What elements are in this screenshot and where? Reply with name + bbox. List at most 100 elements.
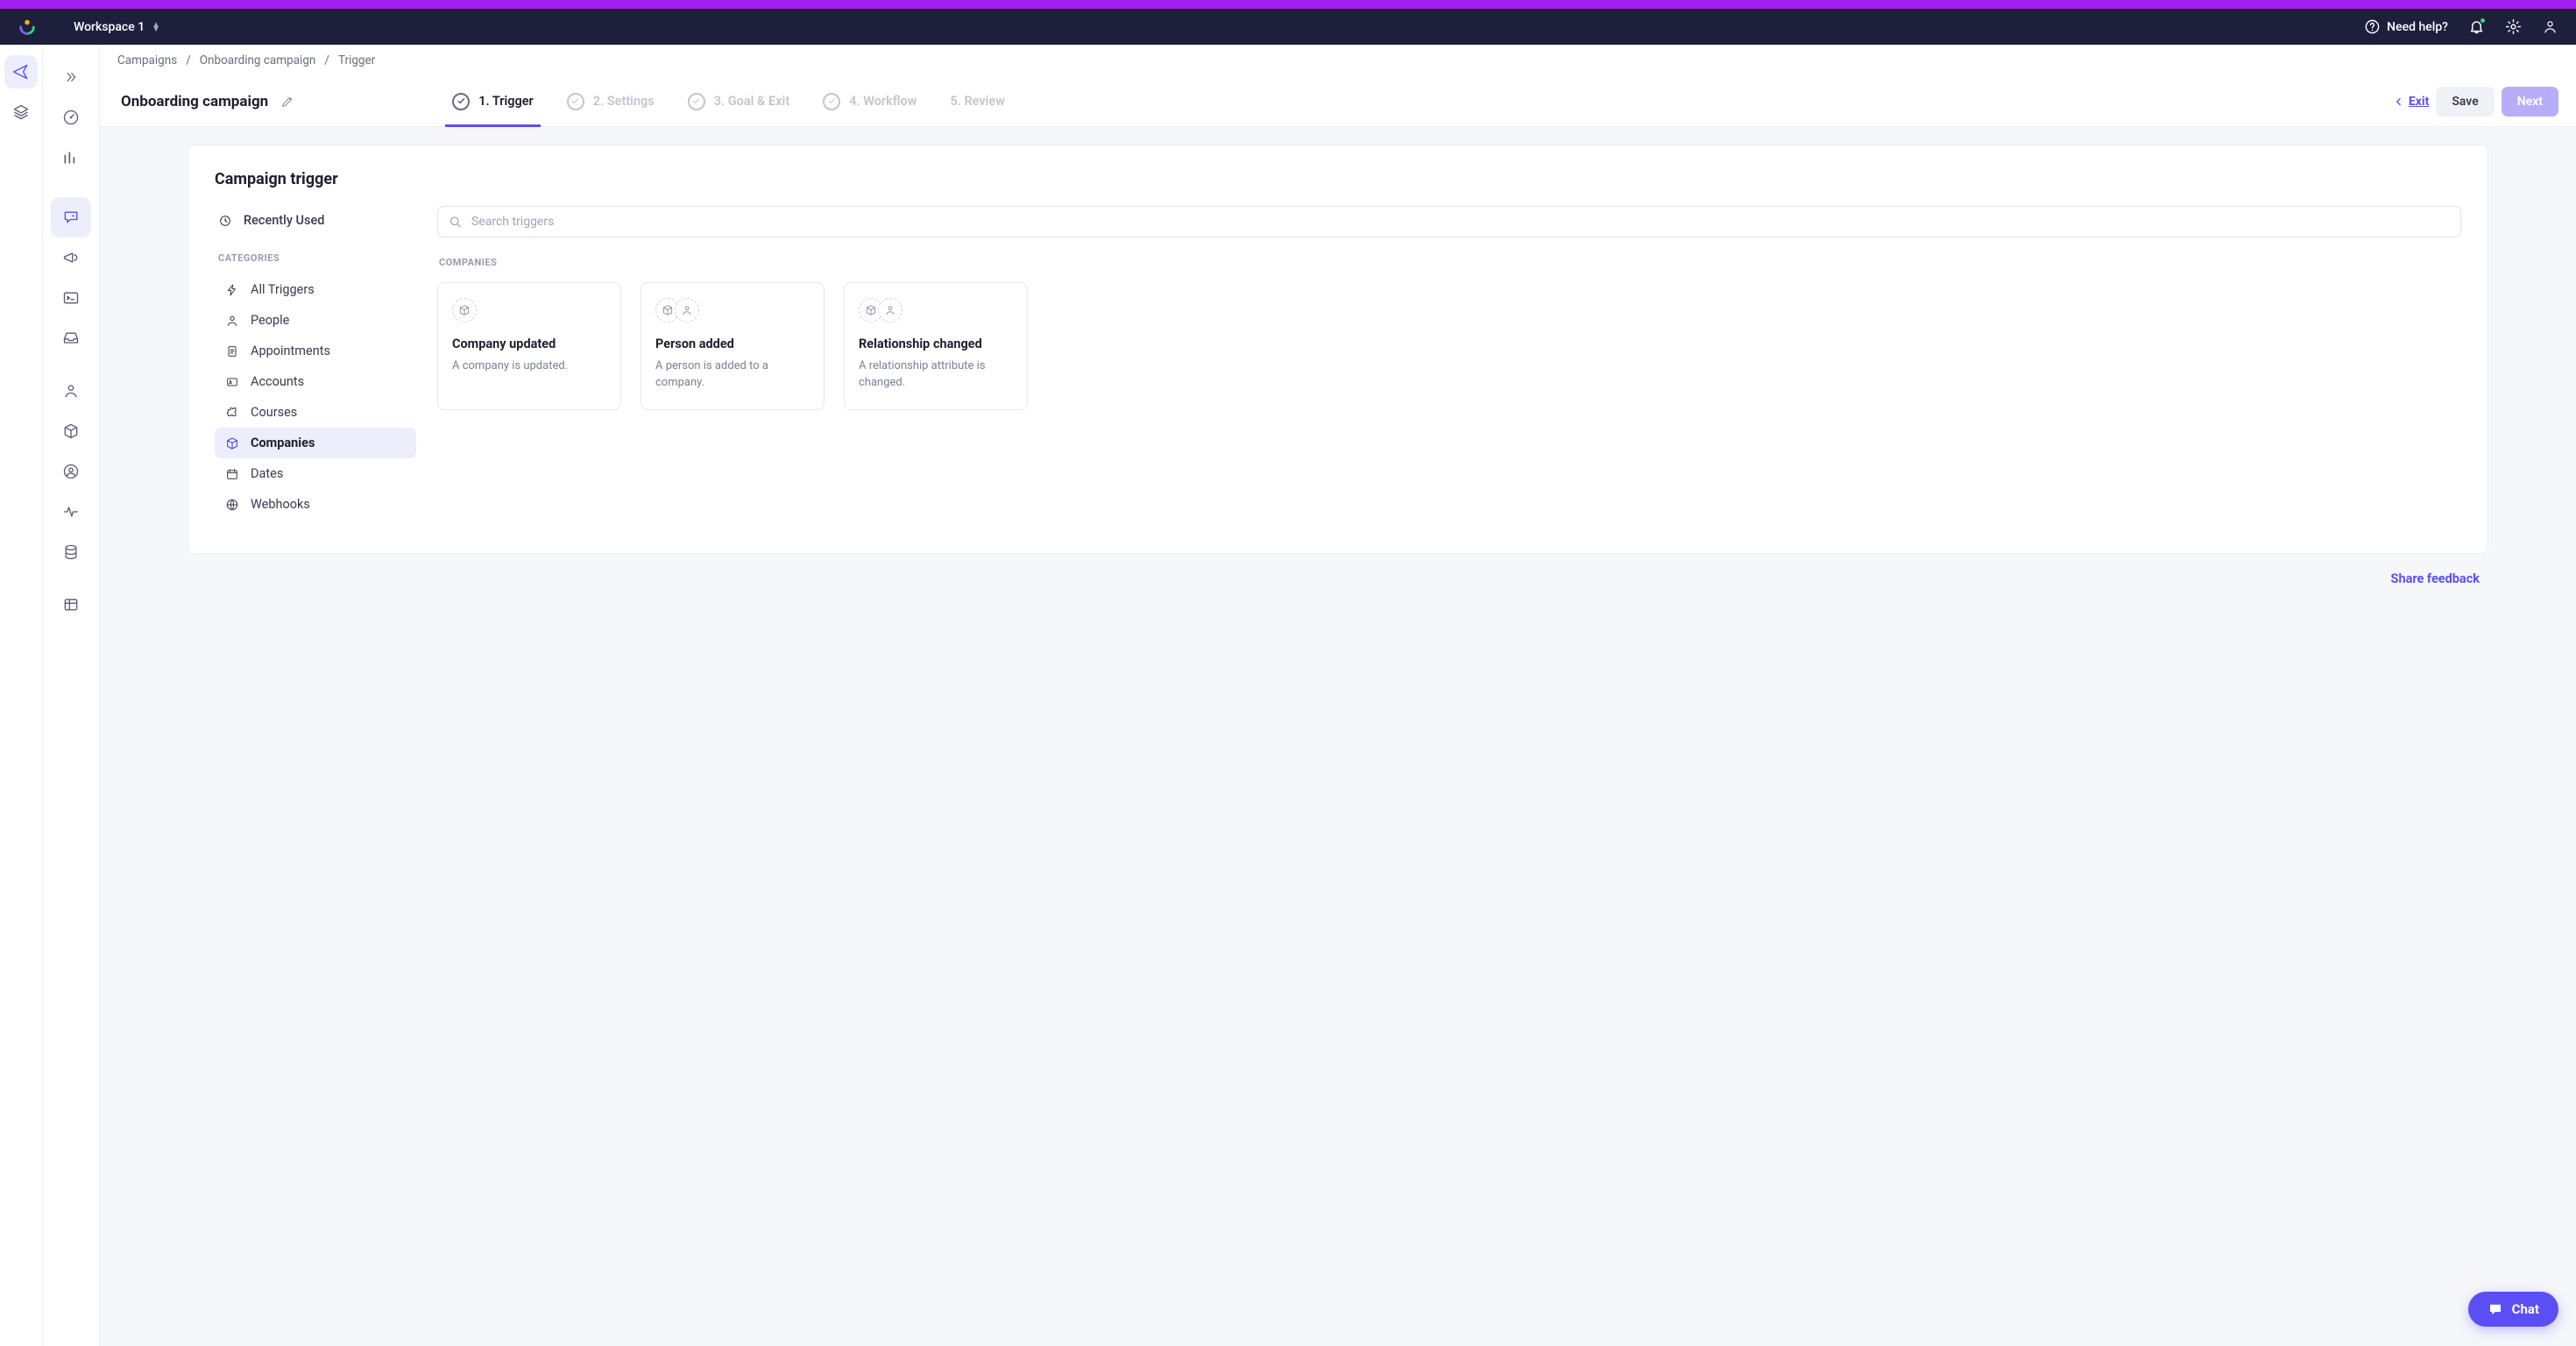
subrail-table[interactable] (51, 584, 91, 625)
chat-icon (62, 209, 80, 226)
subrail-announce[interactable] (51, 237, 91, 278)
category-appointments[interactable]: Appointments (215, 336, 416, 366)
edit-name-button[interactable] (280, 95, 294, 109)
subrail-expand[interactable] (51, 57, 91, 97)
bars-icon (62, 149, 80, 166)
save-button[interactable]: Save (2436, 87, 2494, 117)
updown-icon: ▲▼ (152, 23, 160, 32)
help-label: Need help? (2387, 20, 2448, 34)
subrail-companies[interactable] (51, 411, 91, 451)
top-bar: Workspace 1 ▲▼ Need help? (0, 9, 2576, 45)
wizard-steps: 1. Trigger 2. Settings 3. Goal & Exit 4.… (452, 76, 1005, 126)
bolt-icon (225, 283, 239, 297)
box-icon (225, 436, 239, 450)
card-desc: A company is updated. (452, 358, 606, 375)
step-workflow[interactable]: 4. Workflow (823, 76, 916, 126)
main-area: Campaigns / Onboarding campaign / Trigge… (100, 45, 2576, 1346)
outer-nav-rail (0, 45, 43, 1346)
person-icon (225, 314, 239, 328)
subrail-activity[interactable] (51, 492, 91, 532)
trigger-card[interactable]: Company updated A company is updated. (437, 282, 621, 410)
trigger-cards: Company updated A company is updated. Pers… (437, 282, 2461, 410)
card-title: Relationship changed (859, 336, 1013, 351)
id-icon (225, 375, 239, 389)
search-input[interactable] (437, 206, 2461, 237)
card-desc: A relationship attribute is changed. (859, 358, 1013, 392)
rail-item-stacks[interactable] (4, 96, 38, 129)
triggers-section-label: COMPANIES (439, 257, 2461, 268)
table-icon (62, 596, 80, 613)
box-icon (452, 298, 477, 322)
help-link[interactable]: Need help? (2364, 18, 2448, 35)
gauge-icon (62, 109, 80, 126)
help-icon (2364, 18, 2381, 35)
workspace-name: Workspace 1 (74, 20, 145, 34)
subrail-messaging[interactable] (51, 197, 91, 237)
breadcrumb-campaigns[interactable]: Campaigns (117, 53, 177, 67)
subrail-reports[interactable] (51, 138, 91, 178)
category-accounts[interactable]: Accounts (215, 366, 416, 397)
card-desc: A person is added to a company. (655, 358, 810, 392)
notification-dot (2480, 18, 2486, 24)
person-icon (675, 298, 699, 322)
subrail-inbox[interactable] (51, 318, 91, 358)
person-ring-icon (62, 463, 80, 480)
breadcrumb: Campaigns / Onboarding campaign / Trigge… (100, 45, 2576, 76)
chat-button[interactable]: Chat (2468, 1292, 2558, 1327)
subrail-accounts[interactable] (51, 451, 91, 492)
subrail-people[interactable] (51, 371, 91, 411)
inbox-icon (62, 329, 80, 347)
category-people[interactable]: People (215, 305, 416, 336)
calendar-icon (225, 467, 239, 481)
category-companies[interactable]: Companies (215, 428, 416, 458)
trigger-card[interactable]: Person added A person is added to a compa… (640, 282, 824, 410)
breadcrumb-current: Trigger (338, 53, 375, 67)
search-triggers (437, 206, 2461, 237)
subrail-data[interactable] (51, 532, 91, 572)
notifications-button[interactable] (2467, 18, 2485, 36)
box-icon (62, 422, 80, 440)
workspace-switcher[interactable]: Workspace 1 ▲▼ (74, 20, 160, 34)
card-title: Company updated (452, 336, 606, 351)
category-dates[interactable]: Dates (215, 458, 416, 489)
check-icon (823, 93, 840, 110)
profile-button[interactable] (2541, 18, 2558, 36)
categories-label: CATEGORIES (218, 252, 416, 264)
doc-icon (225, 344, 239, 358)
chevron-left-icon (2393, 96, 2405, 108)
step-settings[interactable]: 2. Settings (567, 76, 655, 126)
share-feedback-link[interactable]: Share feedback (2391, 571, 2480, 586)
breadcrumb-campaign[interactable]: Onboarding campaign (200, 53, 316, 67)
accent-strip (0, 0, 2576, 9)
clock-icon (218, 214, 232, 228)
category-courses[interactable]: Courses (215, 397, 416, 428)
category-webhooks[interactable]: Webhooks (215, 489, 416, 520)
panel-title: Campaign trigger (215, 170, 2461, 188)
rail-item-campaigns[interactable] (4, 55, 38, 89)
next-button[interactable]: Next (2502, 87, 2558, 117)
trigger-card[interactable]: Relationship changed A relationship attri… (844, 282, 1028, 410)
person-icon (62, 382, 80, 400)
step-goal[interactable]: 3. Goal & Exit (688, 76, 789, 126)
settings-button[interactable] (2504, 18, 2522, 36)
person-icon (878, 298, 902, 322)
campaign-name: Onboarding campaign (121, 93, 268, 110)
check-icon (452, 93, 470, 110)
gear-icon (2505, 18, 2522, 35)
recently-used[interactable]: Recently Used (215, 206, 416, 235)
chevrons-icon (63, 69, 79, 85)
step-trigger[interactable]: 1. Trigger (452, 76, 534, 126)
step-review[interactable]: 5. Review (950, 76, 1004, 126)
subrail-overview[interactable] (51, 97, 91, 138)
subrail-terminal[interactable] (51, 278, 91, 318)
megaphone-icon (62, 249, 80, 266)
inner-nav-rail (43, 45, 100, 1346)
exit-link[interactable]: Exit (2393, 95, 2429, 109)
globe-icon (225, 498, 239, 512)
card-title: Person added (655, 336, 810, 351)
trigger-categories-sidebar: Recently Used CATEGORIES All TriggersPeo… (215, 206, 416, 520)
terminal-icon (62, 289, 80, 307)
app-logo-icon (18, 18, 37, 37)
category-all-triggers[interactable]: All Triggers (215, 274, 416, 305)
sub-header: Onboarding campaign 1. Trigger 2. Settin… (100, 76, 2576, 127)
